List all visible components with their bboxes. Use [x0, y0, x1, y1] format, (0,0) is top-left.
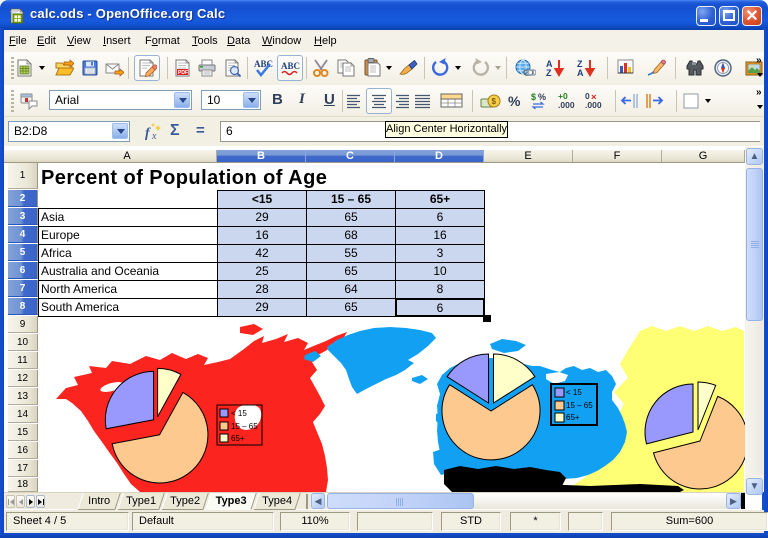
- svg-text:.000: .000: [585, 100, 602, 110]
- svg-text:65+: 65+: [566, 413, 580, 422]
- svg-text:15 – 65: 15 – 65: [231, 422, 258, 431]
- svg-text:$: $: [531, 92, 536, 102]
- svg-text:f: f: [145, 126, 151, 141]
- svg-text:x: x: [151, 131, 157, 142]
- svg-text:< 15: < 15: [566, 388, 582, 397]
- svg-text:%: %: [538, 92, 546, 102]
- svg-text:PDF: PDF: [178, 70, 188, 76]
- svg-text:ABC: ABC: [254, 59, 273, 69]
- svg-text:.000: .000: [558, 100, 575, 110]
- svg-text:ABC: ABC: [281, 61, 300, 71]
- svg-text:65+: 65+: [231, 434, 245, 443]
- svg-text:Z: Z: [546, 68, 552, 78]
- svg-text:A: A: [577, 68, 584, 78]
- svg-text:< 15: < 15: [231, 409, 247, 418]
- svg-text:15 – 65: 15 – 65: [566, 401, 593, 410]
- svg-text:$: $: [492, 97, 497, 106]
